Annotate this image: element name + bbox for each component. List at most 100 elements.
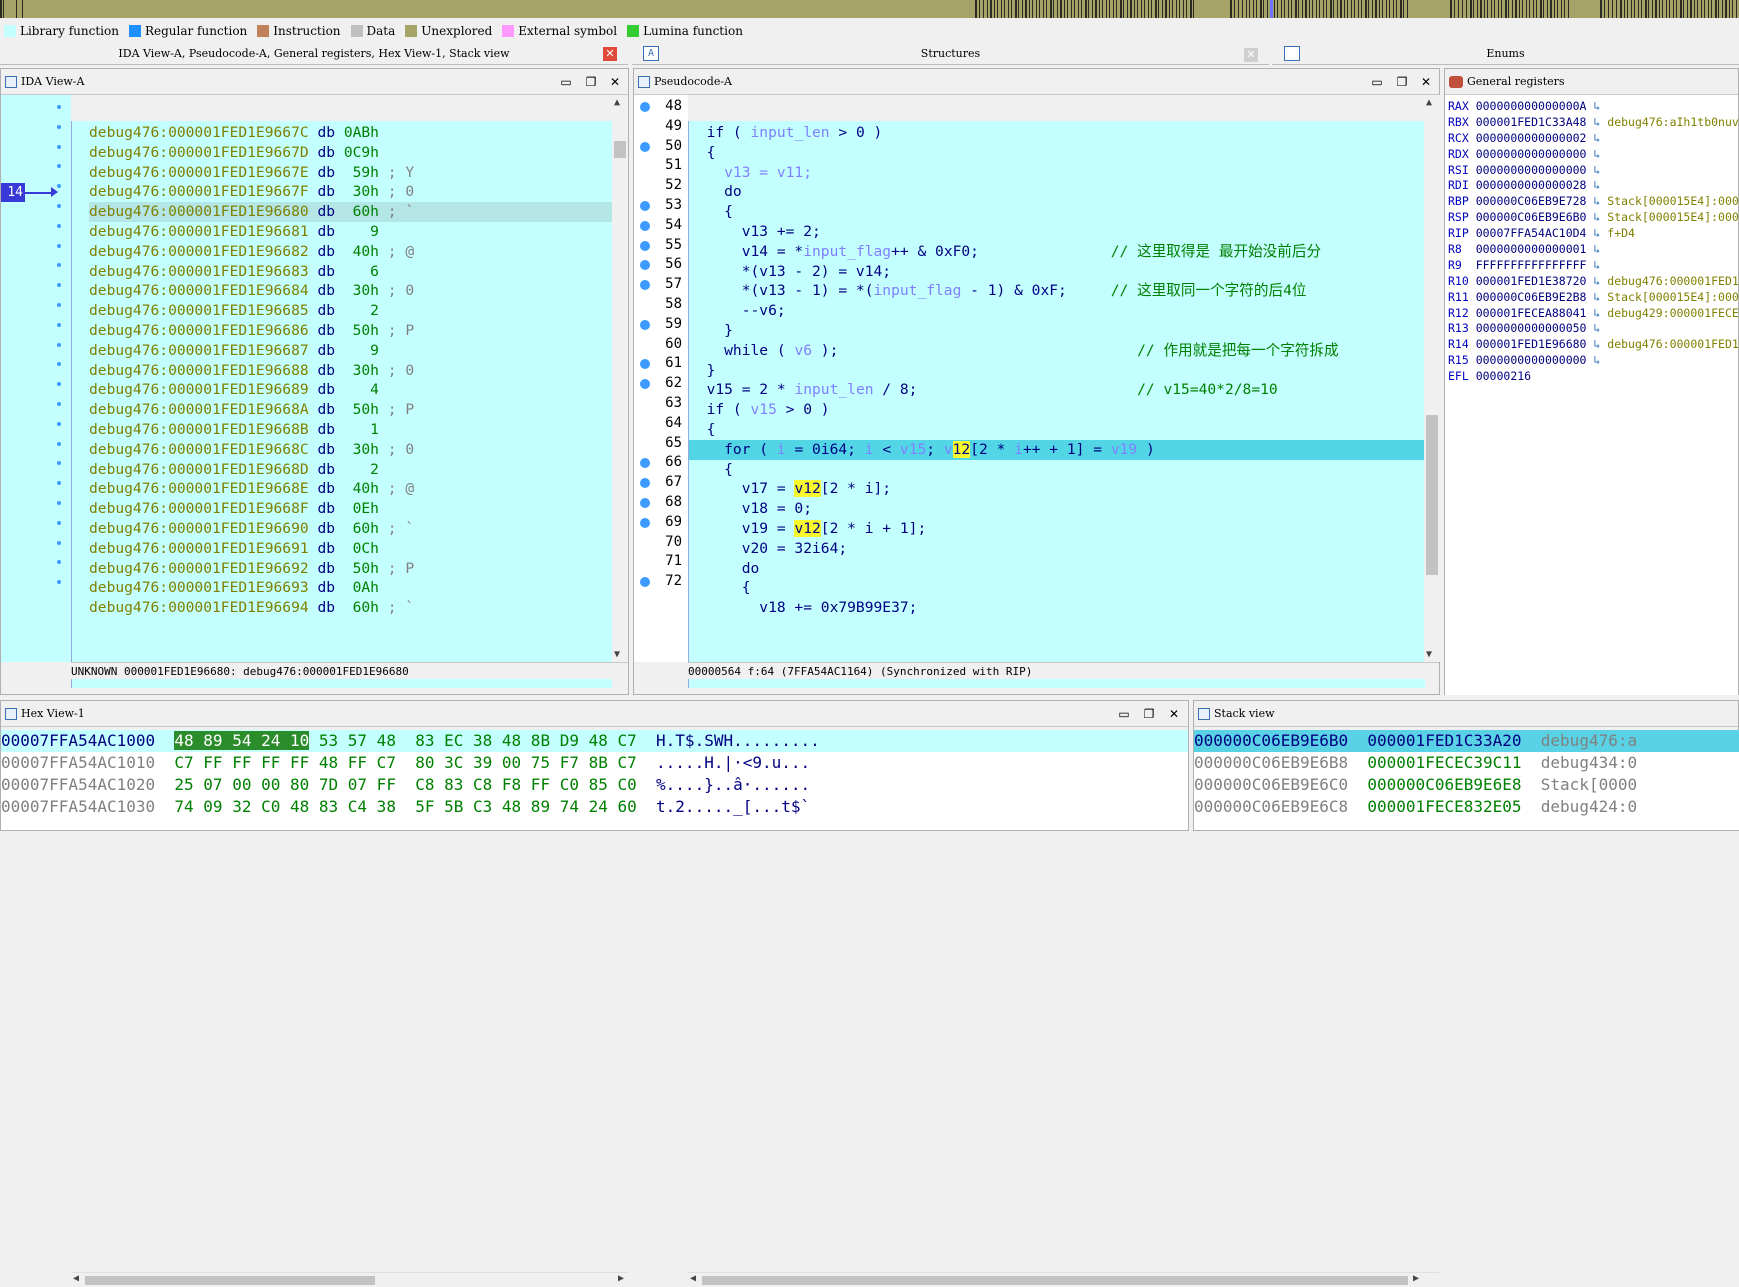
breakpoint-dot[interactable] [57,481,61,486]
ida-vertical-scrollbar[interactable]: ▲ ▼ [612,95,628,662]
link-arrow-icon[interactable]: ↳ [1586,353,1607,367]
breakpoint-dot[interactable] [57,382,61,387]
hex-row[interactable]: 00007FFA54AC1010 C7 FF FF FF FF 48 FF C7… [1,752,1188,774]
breakpoint-dot[interactable] [640,280,650,291]
ida-row[interactable]: debug476:000001FED1E96683 db 6 [89,262,612,282]
breakpoint-dot[interactable] [640,577,650,588]
register-row[interactable]: R14 000001FED1E96680 ↳ debug476:000001FE… [1448,337,1739,353]
link-arrow-icon[interactable]: ↳ [1586,290,1607,304]
breakpoint-dot[interactable] [640,200,650,211]
breakpoint-dot[interactable] [640,102,650,112]
register-row[interactable]: RBX 000001FED1C33A48 ↳ debug476:aIh1tb0n… [1448,115,1739,131]
restore-icon[interactable]: ❐ [1141,706,1157,722]
ida-row[interactable]: debug476:000001FED1E96694 db 60h ; ` [89,598,612,618]
link-arrow-icon[interactable]: ↳ [1586,321,1607,335]
register-row[interactable]: R11 000000C06EB9E2B8 ↳ Stack[000015E4]:0… [1448,290,1739,306]
register-ref[interactable]: debug476:000001FED1 [1607,337,1739,351]
scroll-right-icon[interactable]: ▶ [1413,1273,1419,1284]
breakpoint-dot[interactable] [640,319,650,330]
register-ref[interactable]: debug476:aIh1tb0nuv [1607,115,1739,129]
link-arrow-icon[interactable]: ↳ [1586,131,1607,145]
close-icon[interactable]: ✕ [607,74,623,90]
register-row[interactable]: R13 0000000000000050 ↳ [1448,321,1738,337]
ida-row[interactable]: debug476:000001FED1E96686 db 50h ; P [89,321,612,341]
register-ref[interactable]: debug476:000001FED1 [1607,274,1739,288]
ida-row[interactable]: debug476:000001FED1E96688 db 30h ; 0 [89,361,612,381]
scroll-up-icon[interactable]: ▲ [1426,97,1432,108]
ida-horizontal-scrollbar[interactable]: ◀ ▶ [71,1272,628,1287]
register-row[interactable]: RSI 0000000000000000 ↳ [1448,163,1738,179]
code-line[interactable]: { [689,578,1425,598]
breakpoint-dot[interactable] [57,243,61,248]
code-line[interactable]: { [689,143,1425,163]
ida-row[interactable]: debug476:000001FED1E9667D db 0C9h [89,143,612,163]
pseudocode-scroll-thumb[interactable] [1426,415,1438,575]
pseudocode-vertical-scrollbar[interactable]: ▲ ▼ [1424,95,1440,662]
breakpoint-dot[interactable] [640,517,650,528]
breakpoint-dot[interactable] [57,263,61,268]
code-line[interactable]: v18 = 0; [689,499,1425,519]
link-arrow-icon[interactable]: ↳ [1586,147,1607,161]
breakpoint-dot[interactable] [57,501,61,505]
scroll-left-icon[interactable]: ◀ [690,1273,696,1284]
scroll-down-icon[interactable]: ▼ [1426,649,1432,660]
breakpoint-dot[interactable] [57,223,61,228]
code-line[interactable]: *(v13 - 1) = *(input_flag - 1) & 0xF; //… [689,281,1425,301]
ida-row[interactable]: debug476:000001FED1E96682 db 40h ; @ [89,242,612,262]
register-row[interactable]: R9 FFFFFFFFFFFFFFFF ↳ [1448,258,1738,274]
code-line[interactable]: do [689,182,1425,202]
breakpoint-dot[interactable] [640,141,650,152]
register-row[interactable]: RSP 000000C06EB9E6B0 ↳ Stack[000015E4]:0… [1448,210,1739,226]
stack-ref[interactable]: debug476:a [1541,731,1637,750]
pseudocode-listing[interactable]: if ( input_len > 0 ) { v13 = v11; do { v… [688,121,1425,688]
code-line[interactable]: v18 += 0x79B99E37; [689,598,1425,618]
code-line[interactable]: do [689,559,1425,579]
hex-row[interactable]: 00007FFA54AC1030 74 09 32 C0 48 83 C4 38… [1,796,1188,818]
breakpoint-dot[interactable] [640,458,650,469]
breakpoint-dot[interactable] [57,362,61,367]
code-line[interactable]: --v6; [689,301,1425,321]
stack-row[interactable]: 000000C06EB9E6B8 000001FECEC39C11 debug4… [1194,752,1739,774]
ida-row[interactable]: debug476:000001FED1E9667E db 59h ; Y [89,163,612,183]
scroll-right-icon[interactable]: ▶ [618,1273,624,1284]
link-arrow-icon[interactable]: ↳ [1586,99,1607,113]
breakpoint-dot[interactable] [57,461,61,466]
register-ref[interactable]: f+D4 [1607,226,1635,240]
breakpoint-dot[interactable] [57,421,61,426]
ida-row[interactable]: debug476:000001FED1E96691 db 0Ch [89,539,612,559]
breakpoint-dot[interactable] [57,303,61,307]
restore-icon[interactable]: ❐ [1394,74,1410,90]
link-arrow-icon[interactable]: ↳ [1586,178,1607,192]
hex-dump[interactable]: 00007FFA54AC1000 48 89 54 24 10 53 57 48… [1,730,1188,830]
close-icon[interactable]: ✕ [603,47,617,61]
register-row[interactable]: RBP 000000C06EB9E728 ↳ Stack[000015E4]:0… [1448,194,1739,210]
stack-ref[interactable]: debug424:0 [1541,797,1637,816]
code-line[interactable]: v15 = 2 * input_len / 8; // v15=40*2/8=1… [689,380,1425,400]
register-row[interactable]: R8 0000000000000001 ↳ [1448,242,1738,258]
link-arrow-icon[interactable]: ↳ [1586,306,1607,320]
breakpoint-dot[interactable] [57,342,61,347]
link-arrow-icon[interactable]: ↳ [1586,258,1607,272]
register-row[interactable]: RDI 0000000000000028 ↳ [1448,178,1738,194]
breakpoint-dot[interactable] [640,260,650,271]
hex-selected-bytes[interactable]: 48 89 54 24 10 [174,731,310,750]
stack-row[interactable]: 000000C06EB9E6B0 000001FED1C33A20 debug4… [1194,730,1739,752]
stack-row[interactable]: 000000C06EB9E6C0 000000C06EB9E6E8 Stack[… [1194,774,1739,796]
ida-row[interactable]: debug476:000001FED1E9668D db 2 [89,460,612,480]
ida-row[interactable]: debug476:000001FED1E9668F db 0Eh [89,499,612,519]
scroll-up-icon[interactable]: ▲ [614,97,620,108]
code-line[interactable]: if ( input_len > 0 ) [689,123,1425,143]
link-arrow-icon[interactable]: ↳ [1586,163,1607,177]
ida-row[interactable]: debug476:000001FED1E9668B db 1 [89,420,612,440]
pseudocode-horizontal-scrollbar[interactable]: ◀ ▶ [688,1272,1439,1287]
ida-row[interactable]: debug476:000001FED1E96690 db 60h ; ` [89,519,612,539]
register-row[interactable]: RCX 0000000000000002 ↳ [1448,131,1738,147]
close-icon[interactable]: ✕ [1166,706,1182,722]
tab-enums[interactable]: Enums [1272,43,1739,65]
breakpoint-dot[interactable] [57,124,61,129]
stack-ref[interactable]: Stack[0000 [1541,775,1637,794]
breakpoint-dot[interactable] [640,379,650,390]
register-row[interactable]: RIP 00007FFA54AC10D4 ↳ f+D4 [1448,226,1738,242]
breakpoint-dot[interactable] [640,497,650,508]
breakpoint-dot[interactable] [57,580,61,585]
